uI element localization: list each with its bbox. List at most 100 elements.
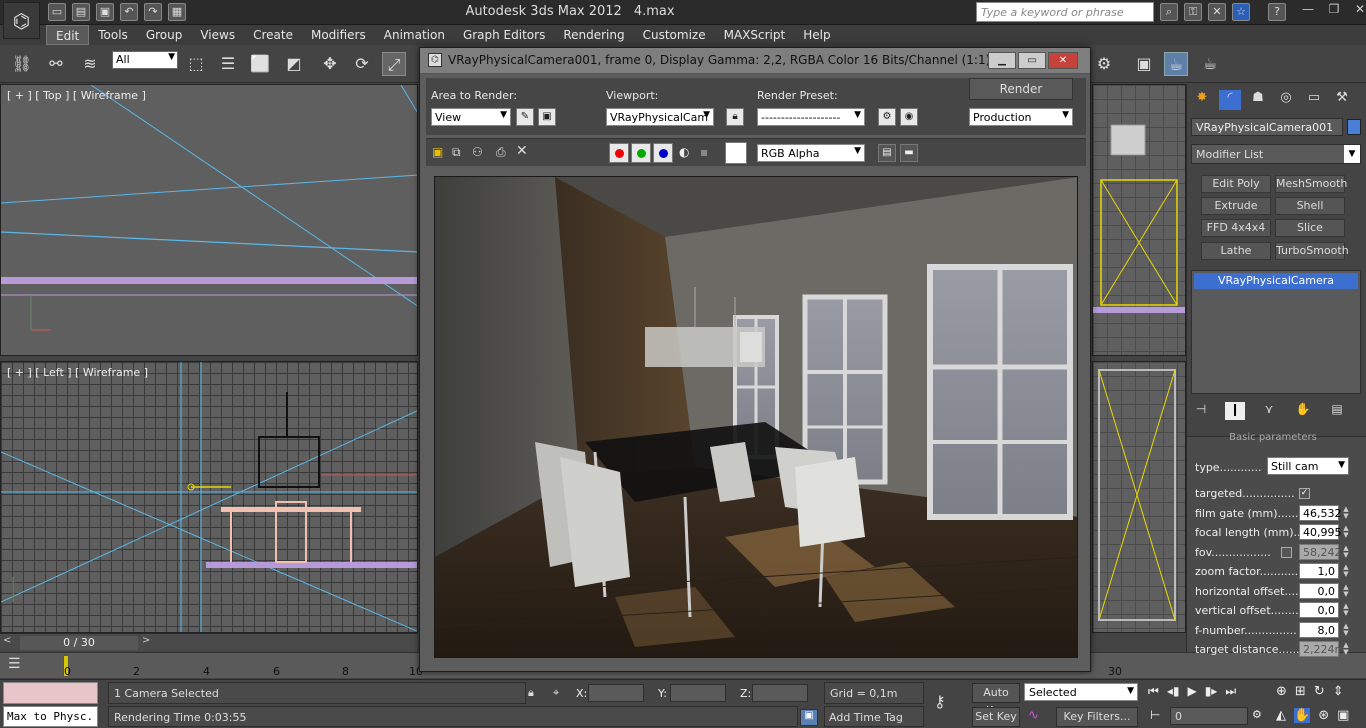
slice-button[interactable]: Slice: [1275, 219, 1345, 237]
rendered-frame-window-icon[interactable]: ▣: [1132, 52, 1156, 76]
object-name-field[interactable]: VRayPhysicalCamera001: [1191, 118, 1343, 136]
exchange-icon[interactable]: ✕: [1208, 3, 1226, 21]
close-icon[interactable]: ✕: [1048, 52, 1078, 69]
key-mode-toggle-icon[interactable]: ⊢: [1150, 708, 1166, 724]
lock-viewport-icon[interactable]: 🔒︎: [726, 108, 744, 126]
spinner-icon[interactable]: ▲ ▼: [1341, 525, 1351, 539]
stack-item[interactable]: VRayPhysicalCamera: [1194, 273, 1358, 289]
horizontal-offset-field[interactable]: 0,0: [1299, 583, 1339, 599]
minimize-icon[interactable]: ▁: [988, 52, 1016, 69]
field-of-view-icon[interactable]: ◭: [1276, 708, 1286, 723]
motion-tab-icon[interactable]: ◎: [1275, 90, 1297, 110]
render-button[interactable]: Render: [969, 78, 1073, 100]
edit-poly-button[interactable]: Edit Poly: [1201, 175, 1271, 193]
selection-filter-dropdown[interactable]: All ▼: [112, 51, 178, 69]
clear-image-icon[interactable]: ✕: [516, 143, 528, 159]
print-image-icon[interactable]: ⎙: [496, 145, 506, 160]
bind-space-warp-icon[interactable]: ≋: [78, 52, 102, 76]
alpha-channel-icon[interactable]: ◐: [679, 145, 689, 159]
maxscript-listener-input[interactable]: Max to Physc.: [3, 706, 98, 727]
pin-stack-icon[interactable]: ⊣: [1191, 402, 1211, 420]
close-icon[interactable]: ✕: [1350, 2, 1366, 20]
toggle-ui-overlay-icon[interactable]: ▤: [878, 144, 896, 162]
shell-button[interactable]: Shell: [1275, 197, 1345, 215]
menu-customize[interactable]: Customize: [634, 25, 715, 45]
menu-animation[interactable]: Animation: [375, 25, 454, 45]
menu-create[interactable]: Create: [244, 25, 302, 45]
viewport-dropdown[interactable]: VRayPhysicalCam ▼: [606, 108, 714, 126]
viewport-left[interactable]: [ + ] [ Left ] [ Wireframe ]: [0, 361, 418, 633]
vertical-offset-field[interactable]: 0,0: [1299, 602, 1339, 618]
render-setup-icon[interactable]: ⚙: [878, 108, 896, 126]
spinner-icon[interactable]: ▲ ▼: [1341, 642, 1351, 656]
auto-key-button[interactable]: Auto Key: [972, 683, 1020, 717]
current-frame-field[interactable]: 0: [1170, 707, 1248, 725]
search-input[interactable]: Type a keyword or phrase: [976, 2, 1154, 22]
menu-tools[interactable]: Tools: [89, 25, 137, 45]
previous-frame-icon[interactable]: ◂▮: [1167, 684, 1180, 699]
camera-type-dropdown[interactable]: Still cam ▼: [1267, 457, 1349, 475]
go-to-end-icon[interactable]: ⏭: [1225, 684, 1236, 699]
spinner-icon[interactable]: ▲ ▼: [1341, 545, 1351, 559]
red-channel-toggle[interactable]: [609, 143, 629, 163]
copy-image-icon[interactable]: ⚇: [472, 145, 483, 159]
restore-icon[interactable]: ❐: [1324, 2, 1344, 20]
key-filters-button[interactable]: Key Filters...: [1056, 707, 1138, 727]
set-key-button[interactable]: Set Key: [972, 707, 1020, 727]
spinner-icon[interactable]: ▲ ▼: [1341, 603, 1351, 617]
film-gate-field[interactable]: 46,532: [1299, 505, 1342, 521]
pan-icon[interactable]: ✋: [1294, 708, 1311, 723]
time-slider-prev[interactable]: <: [3, 635, 17, 650]
turbosmooth-button[interactable]: TurboSmooth: [1275, 242, 1349, 260]
remove-modifier-icon[interactable]: ✋: [1293, 402, 1313, 420]
target-distance-field[interactable]: 2,224m: [1299, 641, 1345, 657]
play-icon[interactable]: ▶: [1187, 684, 1196, 699]
menu-maxscript[interactable]: MAXScript: [715, 25, 795, 45]
viewport-camera[interactable]: [1092, 361, 1186, 633]
ffd-button[interactable]: FFD 4x4x4: [1201, 219, 1271, 237]
orbit-icon[interactable]: ↻: [1314, 684, 1325, 699]
fov-field[interactable]: 58,242: [1299, 544, 1342, 560]
time-slider-next[interactable]: >: [142, 635, 156, 650]
spinner-icon[interactable]: ▲ ▼: [1341, 623, 1351, 637]
unlink-icon[interactable]: ⚯: [44, 52, 68, 76]
maximize-icon[interactable]: ▭: [1018, 52, 1046, 69]
menu-rendering[interactable]: Rendering: [554, 25, 633, 45]
spinner-icon[interactable]: ▲ ▼: [1341, 584, 1351, 598]
render-preset-dropdown[interactable]: -------------------- ▼: [757, 108, 865, 126]
key-set-dropdown[interactable]: Selected ▼: [1024, 683, 1138, 701]
render-iterative-icon[interactable]: ☕: [1198, 52, 1222, 76]
y-coord-field[interactable]: [670, 684, 726, 702]
show-end-result-icon[interactable]: ❙: [1225, 402, 1245, 420]
lathe-button[interactable]: Lathe: [1201, 242, 1271, 260]
create-tab-icon[interactable]: ✸: [1191, 90, 1213, 110]
edit-region-icon[interactable]: ✎: [516, 108, 534, 126]
modifier-stack[interactable]: VRayPhysicalCamera: [1191, 270, 1361, 394]
save-image-icon[interactable]: ▣: [432, 145, 443, 159]
spinner-icon[interactable]: ▲ ▼: [1341, 564, 1351, 578]
favorites-star-icon[interactable]: ☆: [1232, 3, 1250, 21]
spinner-icon[interactable]: ▲ ▼: [1341, 506, 1351, 520]
make-unique-icon[interactable]: ⋎: [1259, 402, 1279, 420]
dolly-icon[interactable]: ⇕: [1333, 684, 1344, 699]
blue-channel-toggle[interactable]: [653, 143, 673, 163]
select-object-icon[interactable]: ⬚: [184, 52, 208, 76]
zoom-factor-field[interactable]: 1,0: [1299, 563, 1339, 579]
time-slider[interactable]: < 0 / 30 >: [0, 633, 418, 651]
menu-group[interactable]: Group: [137, 25, 192, 45]
selection-region-icon[interactable]: ⬜: [248, 52, 272, 76]
time-slider-counter[interactable]: 0 / 30: [20, 636, 138, 650]
menu-modifiers[interactable]: Modifiers: [302, 25, 375, 45]
absolute-mode-icon[interactable]: ⌖: [553, 686, 567, 700]
next-frame-icon[interactable]: ▮▸: [1205, 684, 1218, 699]
zoom-icon[interactable]: ⊕: [1276, 684, 1287, 699]
monochrome-icon[interactable]: ▪: [700, 145, 708, 159]
link-icon[interactable]: ⛓: [10, 52, 34, 76]
add-time-tag-button[interactable]: Add Time Tag: [824, 706, 924, 727]
time-tag-icon[interactable]: ▣: [800, 709, 818, 726]
minimize-icon[interactable]: —: [1298, 2, 1318, 20]
window-crossing-icon[interactable]: ◩: [282, 52, 306, 76]
toggle-ui-icon[interactable]: ▬: [900, 144, 918, 162]
fov-checkbox[interactable]: [1281, 547, 1292, 558]
utilities-tab-icon[interactable]: ⚒: [1331, 90, 1353, 110]
